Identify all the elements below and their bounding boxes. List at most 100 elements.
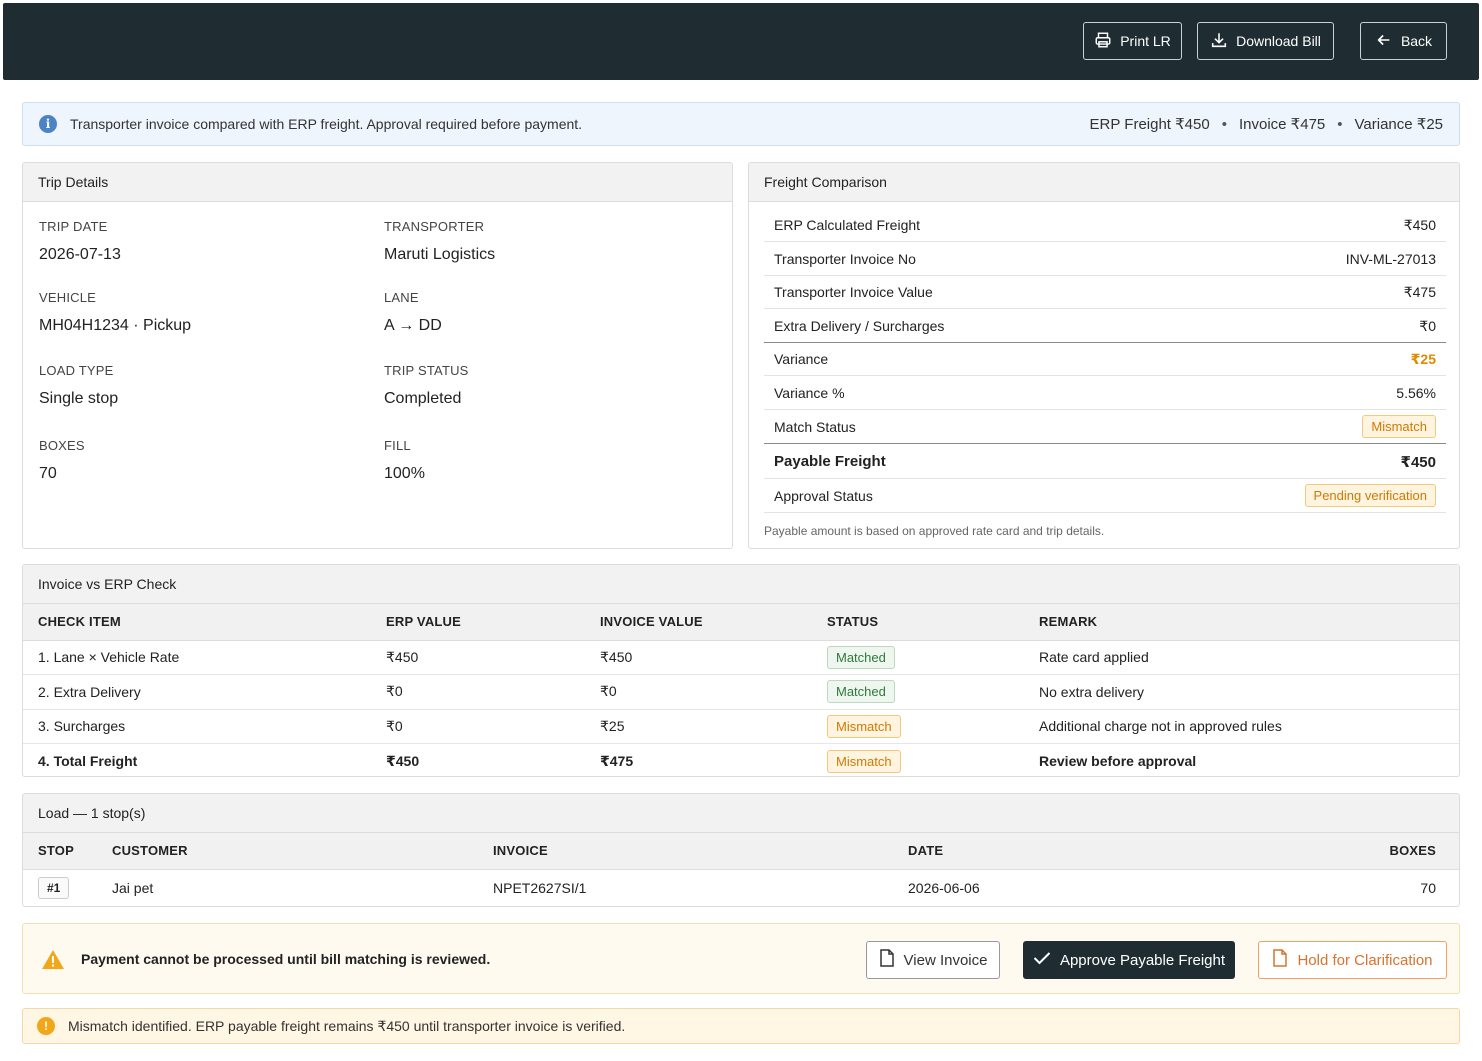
variance-percent-row: Variance % 5.56% [764,377,1446,410]
field-label: VEHICLE [39,290,97,305]
payable-note: Payable amount is based on approved rate… [764,524,1105,538]
field-label: BOXES [39,438,85,453]
load-type-field: LOAD TYPE Single stop [39,363,118,408]
field-label: LOAD TYPE [39,363,114,378]
erp-value: ₹450 [386,752,420,769]
document-icon [879,949,895,971]
field-value: Single stop [39,390,119,407]
table-row-total: 4. Total Freight ₹450 ₹475 Mismatch Revi… [23,744,1459,777]
remark: Rate card applied [1039,640,1459,675]
payment-warning-text: Payment cannot be processed until bill m… [81,951,491,967]
table-row: 3. Surcharges ₹0 ₹25 Mismatch Additional… [23,709,1459,744]
invoice-value: ₹0 [600,674,827,710]
customer-cell: Jai pet [112,880,154,897]
check-item: 2. Extra Delivery [23,674,386,710]
hold-clarification-button[interactable]: Hold for Clarification [1258,941,1447,979]
fill-field: FILL 100% [384,438,425,483]
invoice-erp-check-card: Invoice vs ERP Check CHECK ITEM ERP VALU… [22,564,1460,777]
back-label: Back [1400,33,1433,49]
match-status-row: Match Status Mismatch [764,410,1446,444]
payable-freight-row: Payable Freight ₹450 [764,445,1446,479]
field-value: 100% [384,465,425,482]
summary-erp-freight: ERP Freight ₹450 [1089,116,1210,133]
status-badge: Matched [827,645,895,669]
document-icon [1272,949,1288,971]
column-header: DATE [908,833,1308,870]
erp-freight-row: ERP Calculated Freight ₹450 [764,209,1446,242]
load-title: Load — 1 stop(s) [23,794,1459,833]
boxes-cell: 70 [1420,880,1436,897]
field-label: TRIP DATE [39,219,108,234]
row-label: Variance [774,351,829,367]
row-value: ₹0 [1419,317,1436,334]
load-card: Load — 1 stop(s) STOP CUSTOMER INVOICE D… [22,793,1460,907]
summary-invoice: Invoice ₹475 [1238,116,1326,133]
alert-icon: ! [37,1017,55,1035]
row-label: Match Status [774,418,856,435]
row-value: ₹475 [1403,283,1436,300]
trip-details-card: Trip Details TRIP DATE 2026-07-13 TRANSP… [22,162,733,549]
mismatch-notice-text: Mismatch identified. ERP payable freight… [68,1017,626,1034]
back-button[interactable]: Back [1360,22,1447,60]
print-lr-button[interactable]: Print LR [1083,22,1182,60]
column-header: STATUS [827,604,1039,641]
row-value: ₹450 [1400,453,1436,471]
column-header: CUSTOMER [112,833,493,870]
mismatch-notice: ! Mismatch identified. ERP payable freig… [22,1008,1460,1044]
download-bill-button[interactable]: Download Bill [1197,22,1334,60]
variance-row: Variance ₹25 [764,343,1446,376]
hold-clarification-label: Hold for Clarification [1297,951,1433,969]
surcharges-row: Extra Delivery / Surcharges ₹0 [764,310,1446,343]
table-row: #1 Jai pet NPET2627SI/1 2026-06-06 70 [23,869,1459,906]
trip-status-field: TRIP STATUS Completed [384,363,469,408]
row-label: Approval Status [774,487,873,504]
variance-value: ₹25 [1410,350,1436,367]
info-message: Transporter invoice compared with ERP fr… [70,116,583,132]
field-value: 2026-07-13 [39,246,121,263]
row-label: Payable Freight [774,453,886,470]
column-header: CHECK ITEM [23,604,386,641]
check-icon [1033,951,1051,969]
separator-dot: • [1337,115,1343,133]
field-value: 70 [39,465,57,482]
erp-value: ₹0 [386,709,600,744]
field-value: A → DD [384,317,442,334]
invoice-erp-check-title: Invoice vs ERP Check [23,565,1459,604]
printer-icon [1094,31,1112,52]
stop-chip: #1 [38,877,70,900]
column-header: STOP [23,833,112,870]
print-lr-label: Print LR [1120,33,1171,49]
table-header-row: CHECK ITEM ERP VALUE INVOICE VALUE STATU… [23,604,1459,641]
invoice-value: ₹475 [600,752,634,769]
info-banner: i Transporter invoice compared with ERP … [22,102,1460,146]
vehicle-field: VEHICLE MH04H1234 · Pickup [39,290,191,335]
field-value: MH04H1234 · Pickup [39,317,192,334]
status-badge: Matched [827,680,895,704]
approval-status-badge: Pending verification [1304,484,1436,507]
freight-comparison-title: Freight Comparison [749,163,1459,202]
info-icon: i [39,115,57,133]
erp-value: ₹450 [386,640,600,675]
approval-status-row: Approval Status Pending verification [764,479,1446,513]
field-label: FILL [384,438,411,453]
check-item: 1. Lane × Vehicle Rate [23,640,386,675]
check-item: 4. Total Freight [38,753,138,769]
column-header: REMARK [1039,604,1459,641]
match-status-badge: Mismatch [1362,415,1436,438]
trip-date-field: TRIP DATE 2026-07-13 [39,219,121,264]
column-header: INVOICE VALUE [600,604,827,641]
erp-value: ₹0 [386,674,600,710]
freight-summary: ERP Freight ₹450 • Invoice ₹475 • Varian… [1089,115,1443,134]
table-header-row: STOP CUSTOMER INVOICE DATE BOXES [23,833,1459,870]
invoice-cell: NPET2627SI/1 [493,880,587,897]
table-row: 1. Lane × Vehicle Rate ₹450 ₹450 Matched… [23,640,1459,675]
row-label: Transporter Invoice Value [774,284,933,300]
invoice-value: ₹25 [600,709,827,744]
approve-freight-label: Approve Payable Freight [1059,951,1226,969]
check-table: CHECK ITEM ERP VALUE INVOICE VALUE STATU… [23,604,1459,777]
column-header: INVOICE [493,833,908,870]
view-invoice-button[interactable]: View Invoice [866,941,1000,979]
approve-freight-button[interactable]: Approve Payable Freight [1023,941,1235,979]
field-label: TRANSPORTER [384,219,485,234]
warning-triangle-icon [41,949,65,973]
